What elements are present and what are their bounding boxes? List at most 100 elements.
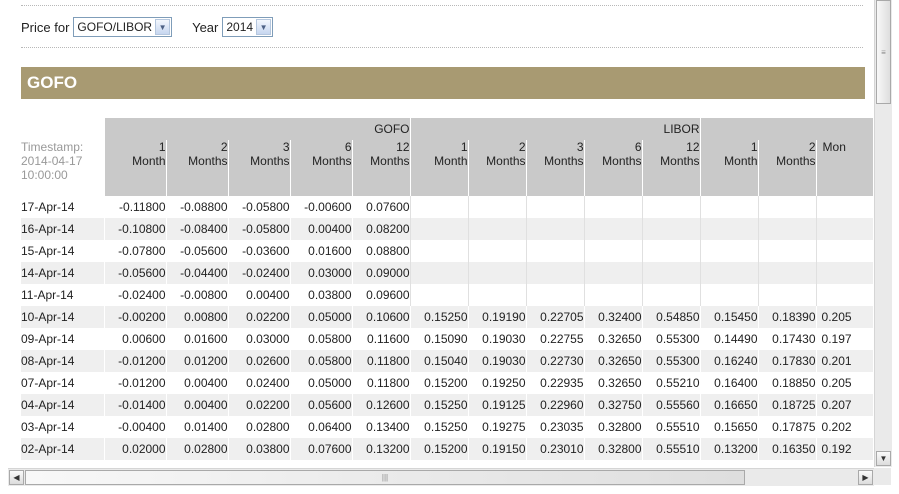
arrow-right-icon[interactable]: ▶ [858,470,873,485]
timestamp-time: 10:00:00 [21,168,68,182]
rate-cell [641,196,701,218]
rate-cell: 0.19150 [467,438,527,460]
rate-cell: -0.05600 [103,262,167,284]
rate-cell: -0.01200 [103,350,167,372]
rate-cell: 0.32400 [583,306,643,328]
rate-cell: 0.19030 [467,328,527,350]
chevron-down-icon[interactable]: ▼ [155,19,171,35]
rate-cell: 0.15450 [699,306,759,328]
rate-cell: 0.55510 [641,438,701,460]
rate-cell: 0.55300 [641,328,701,350]
row-date: 07-Apr-14 [21,376,75,390]
column-header: 2 Months [467,140,527,196]
arrow-down-icon[interactable]: ▼ [876,451,891,466]
rate-cell: 0.05000 [289,306,353,328]
rate-cell [525,218,585,240]
rate-cell: 0.18390 [757,306,817,328]
rate-cell: -0.04400 [165,262,229,284]
price-select[interactable]: GOFO/LIBOR ▼ [73,17,173,37]
rate-cell: 0.09600 [351,284,411,306]
rate-cell: 0.08200 [351,218,411,240]
rate-cell [815,218,873,240]
table-row: 07-Apr-14 -0.01200 0.00400 0.02400 0.05000 0.… [21,372,873,394]
rate-cell: 0.02800 [227,416,291,438]
column-header: 12 Months [351,140,411,196]
table-row: 09-Apr-14 0.00600 0.01600 0.03000 0.05800 0.1… [21,328,873,350]
column-header-number: 2 [220,140,228,154]
rate-cell [409,284,469,306]
rate-cell [583,196,643,218]
rate-cell: 0.00800 [165,306,229,328]
rate-cell [467,284,527,306]
year-select-value: 2014 [226,20,254,34]
rate-cell [699,240,759,262]
rate-cell: 0.01600 [289,240,353,262]
rate-cell: -0.05800 [227,218,291,240]
rate-cell [641,240,701,262]
rate-cell: -0.08400 [165,218,229,240]
rate-cell [815,284,873,306]
rate-cell [699,196,759,218]
column-header: 3 Months [227,140,291,196]
filter-bar: Price for GOFO/LIBOR ▼ Year 2014 ▼ [21,16,274,38]
rate-cell: 0.19250 [467,372,527,394]
rate-cell [815,262,873,284]
rate-cell: 0.15250 [409,306,469,328]
rate-cell: 0.07600 [351,196,411,218]
rate-cell [699,218,759,240]
rate-cell: 0.05800 [289,328,353,350]
timestamp-cell: Timestamp: 2014-04-17 10:00:00 [21,140,105,196]
rate-cell: 0.13400 [351,416,411,438]
top-divider [21,5,863,6]
column-header: 3 Months [525,140,585,196]
column-header-number: 1 [750,140,758,154]
rate-cell: 0.22755 [525,328,585,350]
rate-cell: -0.07800 [103,240,167,262]
rate-cell: 0.09000 [351,262,411,284]
column-header: 1 Month [103,140,167,196]
vertical-scrollbar[interactable]: ≡ ▼ [874,0,892,467]
table-row: 08-Apr-14 -0.01200 0.01200 0.02600 0.05800 0.… [21,350,873,372]
column-header-unit: Months [370,154,410,168]
column-header: 1 Month [699,140,759,196]
year-select[interactable]: 2014 ▼ [222,17,274,37]
rates-table: GOFO LIBOR Timestamp: 2014-04-17 10:00:0… [21,118,873,460]
column-header-number: 6 [344,140,352,154]
rate-cell: 0.01600 [165,328,229,350]
rate-cell: 0.55510 [641,416,701,438]
rate-cell: 0.15040 [409,350,469,372]
table-row: 16-Apr-14 -0.10800 -0.08400 -0.05800 0.00400… [21,218,873,240]
rate-cell [583,218,643,240]
rate-cell: -0.00600 [289,196,353,218]
table-row: 02-Apr-14 0.02000 0.02800 0.03800 0.07600 0.1… [21,438,873,460]
row-date: 16-Apr-14 [21,218,105,240]
horizontal-scroll-thumb[interactable]: ||| [25,470,745,485]
rate-cell: 0.02200 [227,394,291,416]
horizontal-scrollbar[interactable]: ◀ ||| ▶ [8,468,874,486]
column-header-unit: Months [544,154,584,168]
rate-cell: 0.32800 [583,438,643,460]
rate-cell: 0.32650 [583,328,643,350]
rate-cell [699,284,759,306]
rate-cell: 0.05600 [289,394,353,416]
rate-cell: 0.197 [815,328,873,350]
chevron-down-icon[interactable]: ▼ [256,19,272,35]
rate-cell [641,262,701,284]
rate-cell [409,218,469,240]
rate-cell: 0.17830 [757,350,817,372]
rate-cell [409,262,469,284]
rate-cell [467,196,527,218]
column-header: 2 Months [757,140,817,196]
arrow-left-icon[interactable]: ◀ [9,470,24,485]
rate-cell: 0.32650 [583,350,643,372]
rate-cell: 0.02600 [227,350,291,372]
vertical-scroll-thumb[interactable]: ≡ [876,0,891,104]
rate-cell: 0.55560 [641,394,701,416]
rate-cell: 0.19190 [467,306,527,328]
rate-cell [757,262,817,284]
rate-cell: 0.19275 [467,416,527,438]
column-header-unit: Months [776,154,816,168]
rate-cell: 0.00400 [165,372,229,394]
rate-cell: 0.15250 [409,416,469,438]
page-viewport: Price for GOFO/LIBOR ▼ Year 2014 ▼ GOFO … [0,0,873,467]
